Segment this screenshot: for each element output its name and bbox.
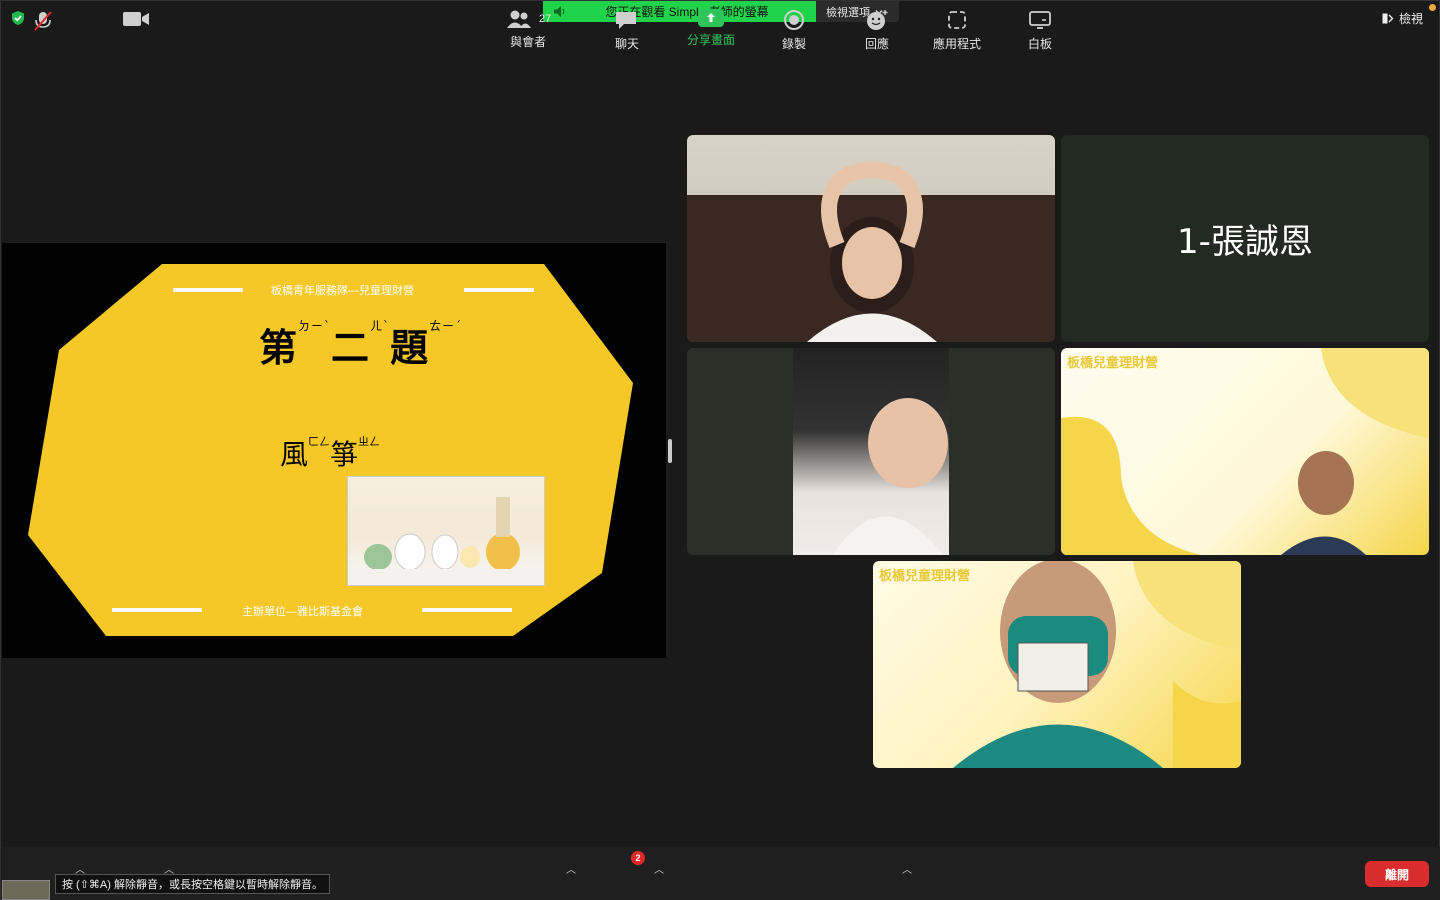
participant-name-tile[interactable]: 1-張誠恩: [1061, 135, 1429, 342]
participant-video-tile[interactable]: 板橋兒童理財營: [1061, 348, 1429, 555]
participants-label: 與會者: [510, 35, 547, 49]
apps-button[interactable]: 應用程式: [933, 1, 981, 54]
view-layout-icon: [1382, 13, 1394, 24]
reactions-button[interactable]: 回應: [865, 1, 889, 54]
participant-video: [1061, 348, 1429, 555]
participant-video-tile[interactable]: [687, 348, 1055, 555]
whiteboard-button[interactable]: 白板: [1028, 1, 1052, 54]
slide-divider: [112, 608, 202, 612]
participant-name: 1-張誠恩: [1177, 222, 1313, 262]
participant-video-tile[interactable]: [687, 135, 1055, 342]
unmute-button[interactable]: [31, 1, 55, 54]
participant-video: [793, 348, 949, 555]
slide-divider: [422, 608, 512, 612]
record-icon: [784, 10, 804, 30]
chat-label: 聊天: [614, 37, 639, 51]
view-options-label: 檢視選項: [826, 6, 870, 19]
slide-divider: [464, 288, 534, 292]
share-screen-icon: [698, 9, 724, 27]
speaker-icon: [554, 6, 565, 17]
slide-answer-word: 風ㄈㄥ箏ㄓㄥ: [280, 435, 381, 471]
notification-dot: [1429, 4, 1436, 11]
slide-illustration: [347, 476, 545, 586]
apps-icon: [948, 11, 966, 29]
share-status-pill: 您正在觀看 Simple 老師的螢幕: [543, 1, 816, 22]
split-resize-handle[interactable]: [668, 439, 672, 463]
self-view-thumbnail[interactable]: [2, 880, 50, 900]
participant-video-tile[interactable]: 板橋兒童理財營: [873, 561, 1241, 768]
view-label: 檢視: [1398, 12, 1423, 26]
reactions-options-caret[interactable]: ︿: [902, 861, 912, 876]
participants-options-caret[interactable]: ︿: [566, 861, 576, 876]
share-status-text: 您正在觀看 Simple 老師的螢幕: [605, 5, 769, 19]
video-camera-icon: [123, 12, 149, 26]
participants-button[interactable]: 27 與會者: [505, 1, 551, 54]
share-screen-button[interactable]: 分享畫面: [687, 1, 735, 54]
smiley-plus-icon: [867, 10, 888, 30]
zoom-window: 您正在觀看 Simple 老師的螢幕 檢視選項 檢視 板橋青年服務隊—兒童理財營…: [0, 0, 1440, 900]
chat-options-caret[interactable]: ︿: [654, 861, 664, 876]
slide-organizer-top: 板橋青年服務隊—兒童理財營: [271, 285, 414, 297]
slide-divider: [173, 288, 243, 292]
participant-video: [953, 561, 1241, 768]
whiteboard-label: 白板: [1028, 37, 1053, 51]
slide-organizer-bottom: 主辦單位—雅比斯基金會: [242, 606, 363, 618]
view-button[interactable]: 檢視: [1382, 10, 1423, 27]
record-label: 錄製: [782, 37, 807, 51]
leave-button[interactable]: 離開: [1365, 861, 1429, 887]
reactions-label: 回應: [865, 37, 890, 51]
unmute-tooltip: 按 (⇧⌘A) 解除靜音，或長按空格鍵以暫時解除靜音。: [55, 874, 330, 894]
video-button[interactable]: [122, 1, 150, 54]
chat-button[interactable]: 聊天: [614, 1, 640, 54]
whiteboard-icon: [1029, 11, 1051, 29]
apps-label: 應用程式: [933, 37, 982, 51]
microphone-muted-icon: [34, 11, 52, 31]
record-button[interactable]: 錄製: [782, 1, 806, 54]
participants-icon: [507, 10, 531, 28]
participant-video: [687, 162, 1055, 342]
slide-title: 第ㄉㄧˋ二ㄦˋ題ㄊㄧˊ: [259, 319, 463, 370]
share-screen-label: 分享畫面: [687, 33, 736, 47]
chat-icon: [616, 12, 636, 29]
chat-unread-badge: 2: [631, 851, 645, 865]
participants-count: 27: [539, 13, 552, 25]
shield-check-icon[interactable]: [10, 10, 26, 26]
